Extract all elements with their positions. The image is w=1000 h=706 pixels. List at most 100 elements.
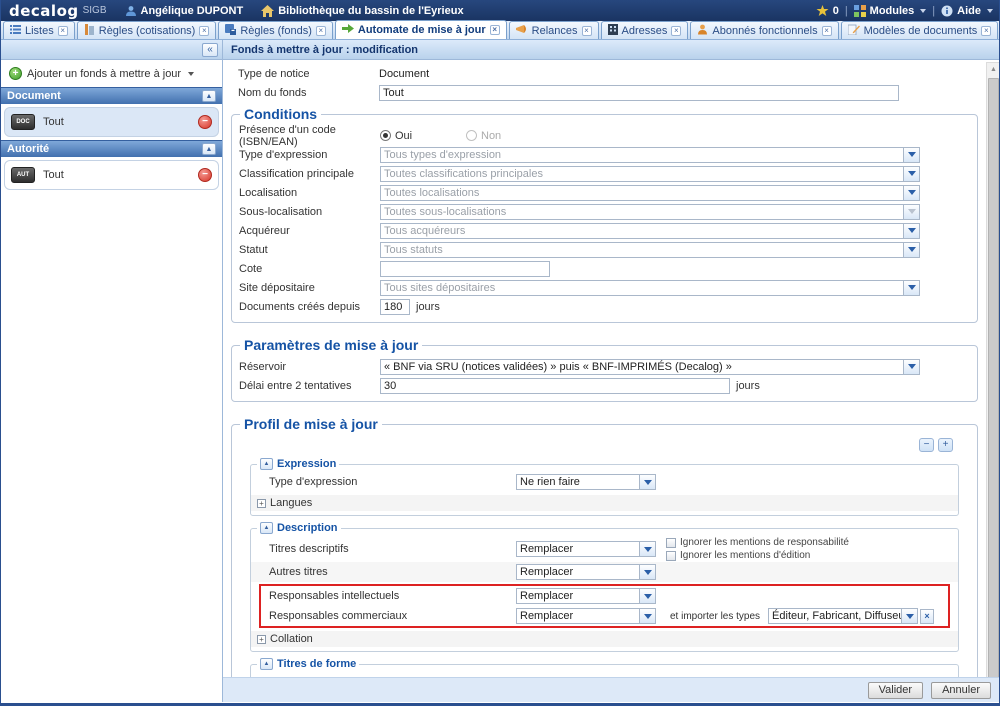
close-icon[interactable]: × bbox=[822, 26, 832, 36]
chevron-down-icon[interactable] bbox=[639, 542, 655, 556]
close-icon[interactable]: × bbox=[316, 26, 326, 36]
description-subsection: ▲ Description Titres descriptifs Remplac… bbox=[250, 522, 959, 652]
chevron-down-icon[interactable] bbox=[903, 360, 919, 374]
add-fonds-link[interactable]: + Ajouter un fonds à mettre à jour bbox=[1, 60, 222, 87]
tab-relances[interactable]: Relances × bbox=[509, 21, 599, 39]
chevron-down-icon[interactable] bbox=[639, 565, 655, 579]
chevron-down-icon[interactable] bbox=[903, 243, 919, 257]
scroll-up-icon[interactable]: ▲ bbox=[987, 63, 1000, 77]
info-icon bbox=[941, 5, 953, 17]
langues-group[interactable]: + Langues bbox=[251, 495, 958, 511]
modules-label: Modules bbox=[870, 5, 915, 17]
remove-fonds-icon[interactable]: − bbox=[198, 115, 212, 129]
tab-automate-mise-a-jour[interactable]: Automate de mise à jour × bbox=[335, 20, 507, 39]
resp-intellectuels-select[interactable]: Remplacer bbox=[516, 588, 656, 604]
chevron-down-icon[interactable] bbox=[639, 609, 655, 623]
remove-fonds-icon[interactable]: − bbox=[198, 168, 212, 182]
delai-input[interactable] bbox=[380, 378, 730, 394]
chevron-down-icon[interactable] bbox=[901, 609, 917, 623]
ignore-edition-checkbox[interactable]: Ignorer les mentions d'édition bbox=[666, 550, 849, 562]
sidebar-section-autorite[interactable]: Autorité ▲ bbox=[1, 140, 222, 157]
tab-adresses[interactable]: Adresses × bbox=[601, 21, 689, 39]
expand-all-button[interactable]: + bbox=[938, 438, 953, 452]
cote-label: Cote bbox=[239, 263, 380, 275]
library-menu[interactable]: Bibliothèque du bassin de l'Eyrieux bbox=[261, 5, 463, 17]
collapse-icon[interactable]: ▲ bbox=[260, 658, 273, 670]
close-icon[interactable]: × bbox=[582, 26, 592, 36]
parametres-title: Paramètres de mise à jour bbox=[240, 337, 422, 353]
tab-regles-fonds[interactable]: Règles (fonds) × bbox=[218, 21, 333, 39]
profil-section: Profil de mise à jour − + ▲ Expression T… bbox=[231, 416, 978, 677]
titres-descriptifs-label: Titres descriptifs bbox=[269, 543, 516, 555]
docs-depuis-input[interactable] bbox=[380, 299, 410, 315]
statut-select[interactable]: Tous statuts bbox=[380, 242, 920, 258]
collation-group[interactable]: + Collation bbox=[251, 631, 958, 647]
tab-modeles-documents[interactable]: Modèles de documents × bbox=[841, 21, 999, 39]
collapse-icon[interactable]: ▲ bbox=[260, 458, 273, 470]
library-name: Bibliothèque du bassin de l'Eyrieux bbox=[278, 5, 463, 17]
notifications-indicator[interactable]: 0 bbox=[816, 5, 839, 17]
chevron-down-icon bbox=[188, 72, 194, 76]
close-icon[interactable]: × bbox=[58, 26, 68, 36]
clear-selection-icon[interactable]: × bbox=[920, 609, 934, 624]
resp-commerciaux-select[interactable]: Remplacer bbox=[516, 608, 656, 624]
expand-icon[interactable]: + bbox=[257, 499, 266, 508]
nom-du-fonds-input[interactable] bbox=[379, 85, 899, 101]
conditions-section: Conditions Présence d'un code (ISBN/EAN)… bbox=[231, 106, 978, 323]
reservoir-label: Réservoir bbox=[239, 361, 380, 373]
highlight-red-box: Responsables intellectuels Remplacer Res… bbox=[259, 584, 950, 628]
modules-menu[interactable]: Modules bbox=[854, 5, 927, 17]
chevron-down-icon[interactable] bbox=[639, 475, 655, 489]
import-types-multiselect[interactable]: Éditeur, Fabricant, Diffuseur c bbox=[768, 608, 918, 624]
megaphone-icon bbox=[516, 24, 528, 38]
building-icon bbox=[608, 24, 618, 38]
acquereur-select[interactable]: Tous acquéreurs bbox=[380, 223, 920, 239]
sous-localisation-select: Toutes sous-localisations bbox=[380, 204, 920, 220]
resp-intellectuels-label: Responsables intellectuels bbox=[269, 590, 516, 602]
fonds-item-autorite-tout[interactable]: AUT Tout − bbox=[4, 160, 219, 190]
chevron-down-icon[interactable] bbox=[639, 589, 655, 603]
tab-listes[interactable]: Listes × bbox=[3, 21, 75, 39]
close-icon[interactable]: × bbox=[490, 25, 500, 35]
tab-abonnes-fonctionnels[interactable]: Abonnés fonctionnels × bbox=[690, 21, 838, 39]
radio-non[interactable]: Non bbox=[466, 130, 552, 142]
user-icon bbox=[125, 5, 137, 17]
vertical-scrollbar[interactable]: ▲ ▼ bbox=[986, 62, 1000, 695]
ignore-responsabilite-checkbox[interactable]: Ignorer les mentions de responsabilité bbox=[666, 537, 849, 549]
sidebar-section-document[interactable]: Document ▲ bbox=[1, 87, 222, 104]
close-icon[interactable]: × bbox=[671, 26, 681, 36]
collapse-icon[interactable]: ▲ bbox=[260, 522, 273, 534]
expand-icon[interactable]: + bbox=[257, 635, 266, 644]
scrollbar-thumb[interactable] bbox=[988, 78, 999, 678]
annuler-button[interactable]: Annuler bbox=[931, 682, 991, 699]
collapse-section-icon[interactable]: ▲ bbox=[202, 90, 216, 102]
localisation-select[interactable]: Toutes localisations bbox=[380, 185, 920, 201]
close-icon[interactable]: × bbox=[199, 26, 209, 36]
chevron-down-icon[interactable] bbox=[903, 186, 919, 200]
parametres-section: Paramètres de mise à jour Réservoir « BN… bbox=[231, 337, 978, 402]
type-expression-action-select[interactable]: Ne rien faire bbox=[516, 474, 656, 490]
type-expression-select[interactable]: Tous types d'expression bbox=[380, 147, 920, 163]
tab-regles-cotisations[interactable]: Règles (cotisations) × bbox=[77, 21, 217, 39]
chevron-down-icon[interactable] bbox=[903, 281, 919, 295]
collapse-sidebar-button[interactable]: « bbox=[202, 43, 218, 57]
fonds-item-document-tout[interactable]: DOC Tout − bbox=[4, 107, 219, 137]
reservoir-select[interactable]: « BNF via SRU (notices validées) » puis … bbox=[380, 359, 920, 375]
star-icon bbox=[816, 5, 829, 17]
valider-button[interactable]: Valider bbox=[868, 682, 923, 699]
top-bar: decalog SIGB Angélique DUPONT Bibliothèq… bbox=[1, 0, 1000, 21]
cote-input[interactable] bbox=[380, 261, 550, 277]
chevron-down-icon[interactable] bbox=[903, 224, 919, 238]
help-menu[interactable]: Aide bbox=[941, 5, 993, 17]
collapse-all-button[interactable]: − bbox=[919, 438, 934, 452]
chevron-down-icon[interactable] bbox=[903, 148, 919, 162]
chevron-down-icon[interactable] bbox=[903, 167, 919, 181]
titres-descriptifs-select[interactable]: Remplacer bbox=[516, 541, 656, 557]
radio-oui[interactable]: Oui bbox=[380, 130, 466, 142]
user-menu[interactable]: Angélique DUPONT bbox=[125, 5, 244, 17]
collapse-section-icon[interactable]: ▲ bbox=[202, 143, 216, 155]
site-depositaire-select[interactable]: Tous sites dépositaires bbox=[380, 280, 920, 296]
classification-select[interactable]: Toutes classifications principales bbox=[380, 166, 920, 182]
autres-titres-select[interactable]: Remplacer bbox=[516, 564, 656, 580]
close-icon[interactable]: × bbox=[981, 26, 991, 36]
